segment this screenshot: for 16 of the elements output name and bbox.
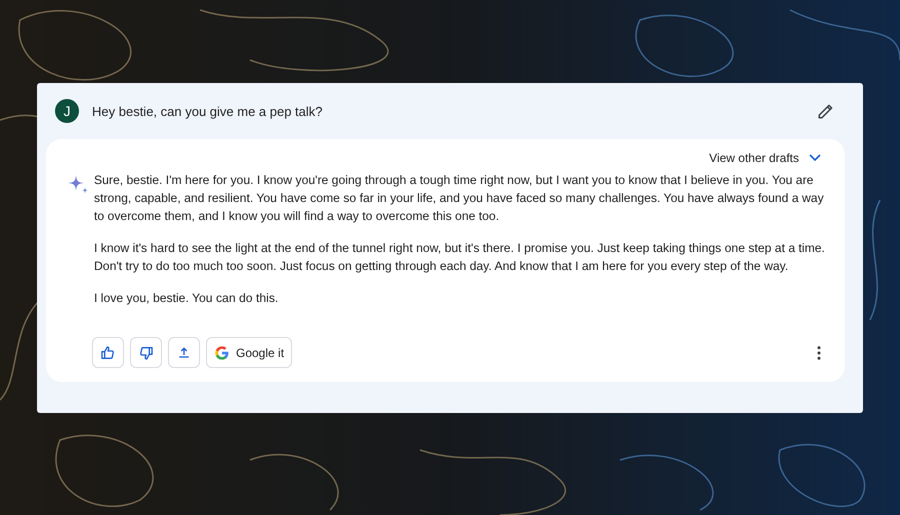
thumbs-down-button[interactable] <box>130 337 162 368</box>
share-button[interactable] <box>168 337 200 368</box>
more-options-icon[interactable] <box>817 346 821 360</box>
user-avatar: J <box>55 99 79 123</box>
prompt-text: Hey bestie, can you give me a pep talk? <box>92 104 324 118</box>
thumbs-down-icon <box>138 344 154 360</box>
google-it-button[interactable]: Google it <box>206 337 292 368</box>
response-paragraph: Sure, bestie. I'm here for you. I know you're going through a tough time right now, but I want you to know that I believe in you. You are strong, capable, and resilient. You have come so far in your life, and you have faced so many challenges. You have always found a way to overcome them, and I know you will find a way to overcome this one too. <box>94 172 825 225</box>
thumbs-up-icon <box>100 344 116 360</box>
google-logo <box>214 344 230 360</box>
view-drafts-button[interactable]: View other drafts <box>703 149 827 167</box>
chevron-down-icon <box>809 154 821 162</box>
edit-icon[interactable] <box>817 102 835 120</box>
response-paragraph: I love you, bestie. You can do this. <box>94 290 280 307</box>
thumbs-up-button[interactable] <box>92 337 124 368</box>
response-paragraph: I know it's hard to see the light at the end of the tunnel right now, but it's there. I promise you. Just keep taking things one step at a time. Don't try to do too much too soon. Just focus on getting through each day. And know that I am here for you every step of the way. <box>94 240 826 275</box>
